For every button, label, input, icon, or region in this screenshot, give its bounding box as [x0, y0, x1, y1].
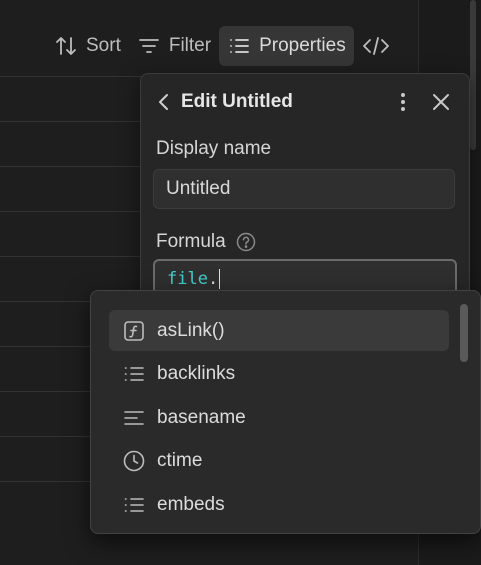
- suggestion-item[interactable]: asLink(): [109, 310, 449, 351]
- back-button[interactable]: [155, 88, 173, 116]
- suggestion-item[interactable]: basename: [109, 397, 449, 438]
- filter-label: Filter: [168, 35, 212, 56]
- suggestion-label: embeds: [157, 493, 225, 515]
- sort-button[interactable]: Sort: [46, 26, 129, 66]
- formula-label: Formula: [156, 231, 226, 252]
- formula-rest: .: [207, 269, 219, 289]
- formula-label-row: Formula: [156, 231, 256, 253]
- list-icon: [124, 366, 144, 381]
- function-icon: [124, 320, 144, 341]
- more-vertical-icon: [401, 93, 405, 111]
- table-row-divider: [0, 256, 150, 257]
- display-name-label: Display name: [156, 138, 272, 159]
- chevron-left-icon: [159, 94, 168, 110]
- formula-keyword: file: [167, 269, 208, 289]
- table-row-divider: [0, 166, 150, 167]
- filter-button[interactable]: Filter: [129, 26, 219, 66]
- sort-icon: [56, 37, 76, 55]
- close-icon: [433, 94, 449, 110]
- properties-button[interactable]: Properties: [219, 26, 354, 66]
- view-toolbar: Sort Filter Properties: [46, 25, 406, 67]
- dropdown-scrollbar[interactable]: [460, 304, 468, 362]
- suggestion-label: ctime: [157, 449, 203, 471]
- suggestion-label: asLink(): [157, 319, 225, 341]
- list-icon: [124, 497, 144, 512]
- filter-icon: [138, 39, 159, 53]
- panel-header: Edit Untitled: [155, 88, 455, 116]
- table-row-divider: [0, 121, 150, 122]
- table-row-divider: [0, 76, 150, 77]
- suggestion-item[interactable]: embeds: [109, 484, 449, 525]
- display-name-input[interactable]: [153, 169, 455, 209]
- suggestion-label: basename: [157, 406, 246, 428]
- panel-title: Edit Untitled: [181, 91, 293, 112]
- sort-label: Sort: [86, 35, 121, 56]
- code-icon: [362, 37, 389, 55]
- properties-label: Properties: [259, 35, 346, 56]
- close-button[interactable]: [427, 88, 455, 116]
- code-view-button[interactable]: [354, 26, 406, 66]
- table-row-divider: [0, 211, 150, 212]
- suggestion-item[interactable]: ctime: [109, 440, 449, 481]
- help-icon[interactable]: [236, 232, 256, 252]
- clock-icon: [123, 450, 145, 471]
- text-lines-icon: [124, 410, 144, 425]
- text-caret: [219, 269, 221, 289]
- suggestion-item[interactable]: backlinks: [109, 353, 449, 394]
- more-options-button[interactable]: [389, 88, 417, 116]
- suggestion-label: backlinks: [157, 362, 236, 384]
- properties-list-icon: [230, 39, 249, 53]
- autocomplete-dropdown: asLink() backlinks basename ctime embeds: [90, 290, 481, 534]
- page-scrollbar[interactable]: [470, 0, 476, 150]
